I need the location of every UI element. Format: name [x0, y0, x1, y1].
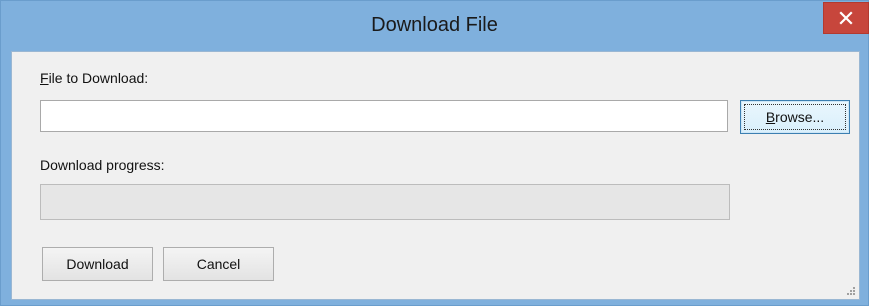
download-progress-label: Download progress: — [40, 157, 165, 173]
close-button[interactable] — [823, 2, 869, 34]
download-progress-bar — [40, 184, 730, 220]
dialog-body: File to Download: Browse... Download pro… — [11, 51, 860, 300]
resize-grip-icon[interactable] — [845, 285, 855, 295]
file-label-text: ile to Download: — [48, 70, 149, 86]
focus-ring — [744, 104, 846, 130]
window-title: Download File — [371, 14, 498, 36]
browse-button[interactable]: Browse... — [740, 100, 850, 134]
download-file-window: Download File File to Download: Browse..… — [0, 0, 869, 306]
file-label-mnemonic: F — [40, 70, 49, 86]
close-icon — [839, 11, 853, 25]
download-button[interactable]: Download — [42, 247, 153, 281]
file-path-input[interactable] — [40, 100, 728, 132]
title-bar[interactable]: Download File — [1, 1, 869, 51]
file-to-download-label: File to Download: — [40, 70, 148, 86]
cancel-button[interactable]: Cancel — [163, 247, 274, 281]
